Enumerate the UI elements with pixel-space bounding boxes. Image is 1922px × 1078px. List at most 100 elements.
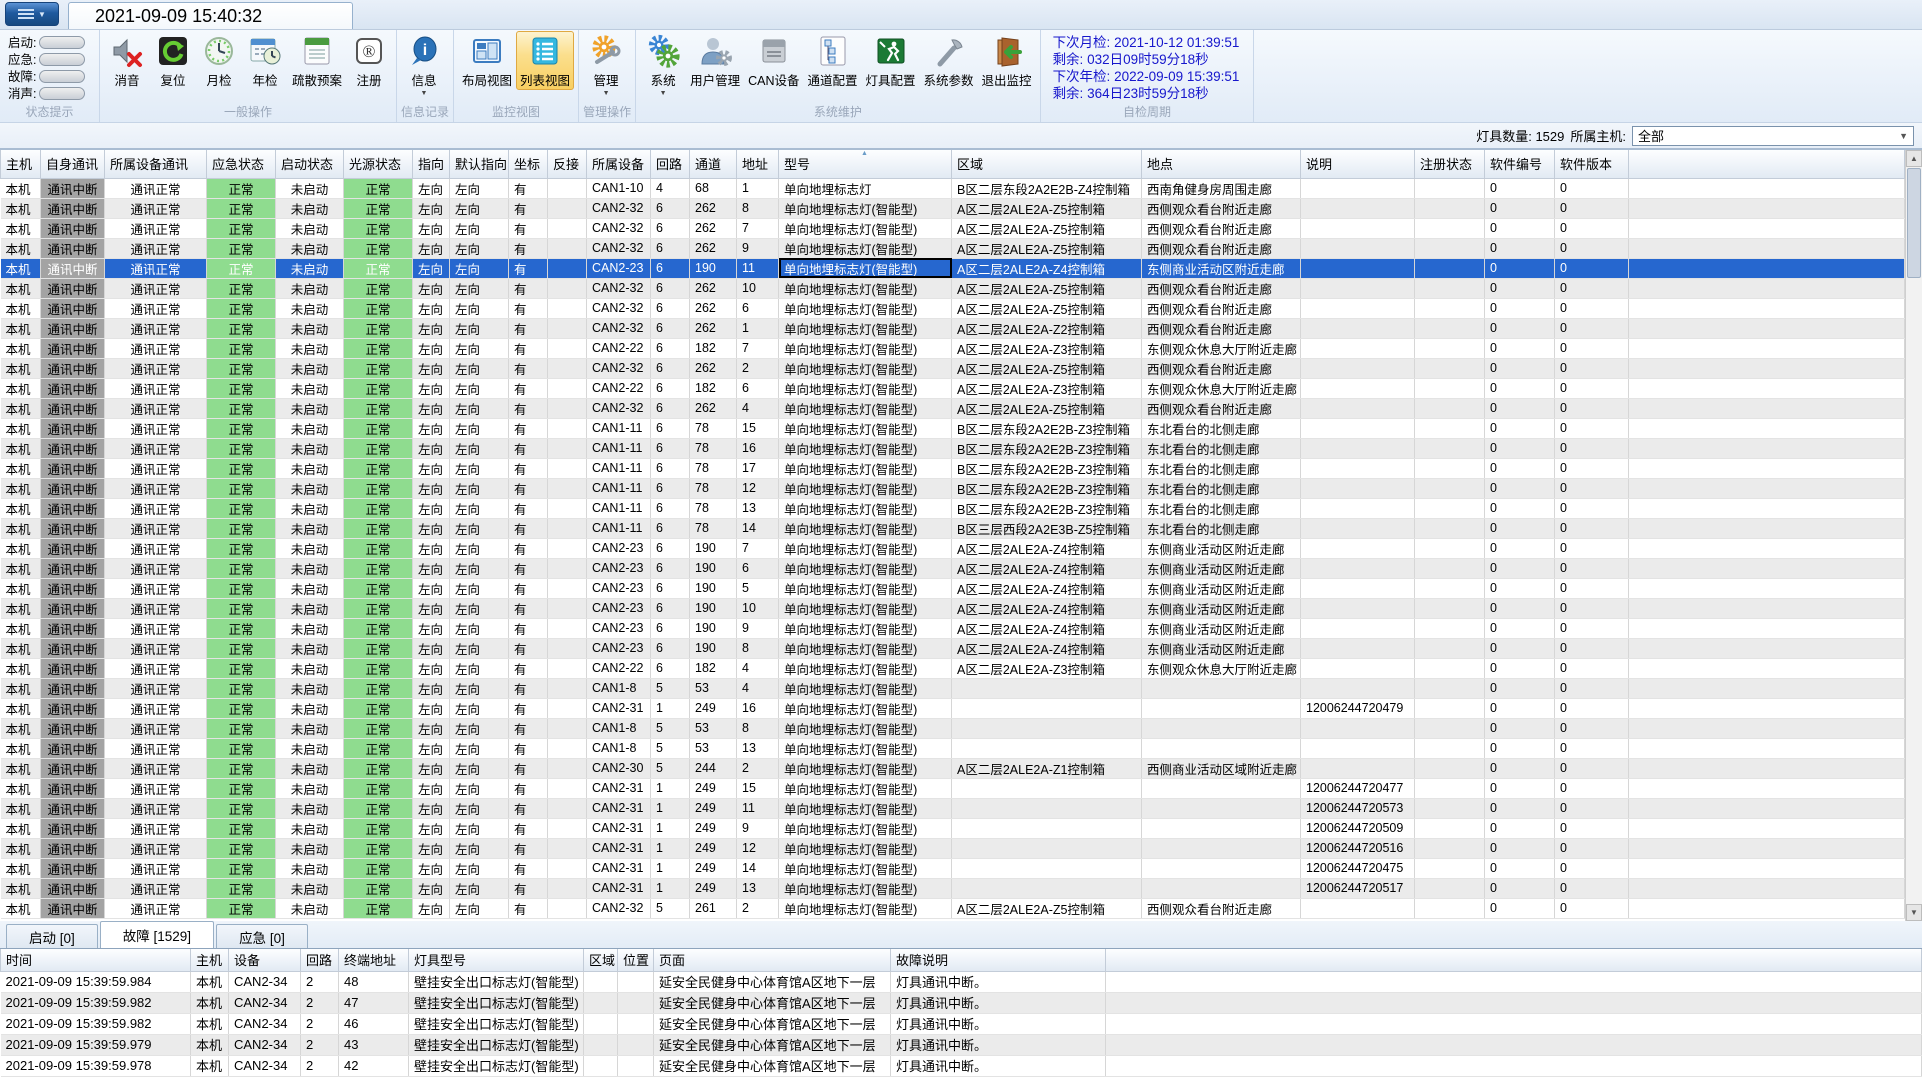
table-row[interactable]: 本机 通讯中断 通讯正常 正常 未启动 正常 左向 左向有 CAN1-8 5 53 13 单向地埋标志灯… xyxy=(0,738,1905,759)
column-header-地点[interactable]: 地点 xyxy=(1141,150,1301,179)
column-header-坐标[interactable]: 坐标 xyxy=(508,150,548,179)
toolbar-button-mute[interactable]: 消音 xyxy=(104,31,150,89)
scroll-up-arrow[interactable]: ▲ xyxy=(1906,150,1922,167)
table-row[interactable]: 本机 通讯中断 通讯正常 正常 未启动 正常 左向 左向有 CAN2-23 6 190 7 单向地埋标志… xyxy=(0,538,1905,559)
fault-column-header-灯具型号[interactable]: 灯具型号 xyxy=(408,949,584,972)
table-row[interactable]: 本机 通讯中断 通讯正常 正常 未启动 正常 左向 左向有 CAN2-30 5 244 2 单向地埋标志… xyxy=(0,758,1905,779)
column-header-指向[interactable]: 指向 xyxy=(412,150,450,179)
table-row[interactable]: 本机 通讯中断 通讯正常 正常 未启动 正常 左向 左向有 CAN1-11 6 78 17 单向地埋标志… xyxy=(0,458,1905,479)
toolbar-button-manage[interactable]: 管理 ▼ xyxy=(583,31,629,98)
scroll-down-arrow[interactable]: ▼ xyxy=(1906,904,1922,921)
scrollbar-thumb[interactable] xyxy=(1907,168,1921,278)
column-header-所属设备通讯[interactable]: 所属设备通讯 xyxy=(104,150,207,179)
table-row[interactable]: 本机 通讯中断 通讯正常 正常 未启动 正常 左向 左向有 CAN2-22 6 182 7 单向地埋标志… xyxy=(0,338,1905,359)
toolbar-button-list-view[interactable]: 列表视图 xyxy=(516,31,575,90)
column-header-说明[interactable]: 说明 xyxy=(1300,150,1415,179)
fault-column-header-终端地址[interactable]: 终端地址 xyxy=(338,949,409,972)
table-row[interactable]: 本机 通讯中断 通讯正常 正常 未启动 正常 左向 左向有 CAN1-11 6 78 15 单向地埋标志… xyxy=(0,418,1905,439)
table-row[interactable]: 本机 通讯中断 通讯正常 正常 未启动 正常 左向 左向有 CAN2-22 6 182 6 单向地埋标志… xyxy=(0,378,1905,399)
event-tab-2[interactable]: 应急 [0] xyxy=(216,924,308,948)
table-row[interactable]: 本机 通讯中断 通讯正常 正常 未启动 正常 左向 左向有 CAN2-31 1 249 13 单向地埋标… xyxy=(0,878,1905,899)
column-header-主机[interactable]: 主机 xyxy=(0,150,41,179)
toolbar-button-system[interactable]: 系统 ▼ xyxy=(640,31,686,98)
table-row[interactable]: 本机 通讯中断 通讯正常 正常 未启动 正常 左向 左向有 CAN2-32 6 262 6 单向地埋标志… xyxy=(0,298,1905,319)
column-header-地址[interactable]: 地址 xyxy=(736,150,779,179)
fault-column-header-页面[interactable]: 页面 xyxy=(653,949,891,972)
column-header-回路[interactable]: 回路 xyxy=(650,150,690,179)
table-row[interactable]: 本机 通讯中断 通讯正常 正常 未启动 正常 左向 左向有 CAN1-8 5 53 4 单向地埋标志灯(… xyxy=(0,678,1905,699)
table-row[interactable]: 本机 通讯中断 通讯正常 正常 未启动 正常 左向 左向有 CAN1-10 4 68 1 单向地埋标志灯… xyxy=(0,178,1905,199)
toolbar-button-info[interactable]: i 信息 ▼ xyxy=(401,31,447,98)
fault-row[interactable]: 2021-09-09 15:39:59.979 本机 CAN2-34 2 43 壁挂安全出… xyxy=(0,1034,1922,1056)
fault-column-header-时间[interactable]: 时间 xyxy=(0,949,191,972)
table-row[interactable]: 本机 通讯中断 通讯正常 正常 未启动 正常 左向 左向有 CAN2-23 6 190 9 单向地埋标志… xyxy=(0,618,1905,639)
column-header-区域[interactable]: 区域 xyxy=(951,150,1142,179)
column-header-软件版本[interactable]: 软件版本 xyxy=(1554,150,1629,179)
column-header-注册状态[interactable]: 注册状态 xyxy=(1414,150,1485,179)
toolbar-button-lamp-config[interactable]: 灯具配置 xyxy=(862,31,920,89)
table-row[interactable]: 本机 通讯中断 通讯正常 正常 未启动 正常 左向 左向有 CAN2-23 6 190 8 单向地埋标志… xyxy=(0,638,1905,659)
toolbar-button-register[interactable]: ® 注册 xyxy=(346,31,392,89)
table-row[interactable]: 本机 通讯中断 通讯正常 正常 未启动 正常 左向 左向有 CAN2-23 6 190 5 单向地埋标志… xyxy=(0,578,1905,599)
toolbar-button-can-device[interactable]: CAN设备 xyxy=(744,31,803,89)
fault-row[interactable]: 2021-09-09 15:39:59.984 本机 CAN2-34 2 48 壁挂安全出… xyxy=(0,971,1922,993)
column-header-光源状态[interactable]: 光源状态 xyxy=(343,150,413,179)
table-row[interactable]: 本机 通讯中断 通讯正常 正常 未启动 正常 左向 左向有 CAN2-32 6 262 8 单向地埋标志… xyxy=(0,198,1905,219)
table-row[interactable]: 本机 通讯中断 通讯正常 正常 未启动 正常 左向 左向有 CAN1-11 6 78 12 单向地埋标志… xyxy=(0,478,1905,499)
fault-column-header-故障说明[interactable]: 故障说明 xyxy=(890,949,1106,972)
table-row[interactable]: 本机 通讯中断 通讯正常 正常 未启动 正常 左向 左向有 CAN2-32 5 261 2 单向地埋标志… xyxy=(0,898,1905,919)
table-row[interactable]: 本机 通讯中断 通讯正常 正常 未启动 正常 左向 左向有 CAN1-8 5 53 8 单向地埋标志灯(… xyxy=(0,718,1905,739)
table-row[interactable]: 本机 通讯中断 通讯正常 正常 未启动 正常 左向 左向有 CAN2-32 6 262 9 单向地埋标志… xyxy=(0,238,1905,259)
table-row[interactable]: 本机 通讯中断 通讯正常 正常 未启动 正常 左向 左向有 CAN2-31 1 249 12 单向地埋标… xyxy=(0,838,1905,859)
column-header-默认指向[interactable]: 默认指向 xyxy=(449,150,509,179)
fault-row[interactable]: 2021-09-09 15:39:59.978 本机 CAN2-34 2 42 壁挂安全出… xyxy=(0,1055,1922,1077)
fault-column-header-主机[interactable]: 主机 xyxy=(190,949,229,972)
column-header-软件编号[interactable]: 软件编号 xyxy=(1484,150,1555,179)
table-row[interactable]: 本机 通讯中断 通讯正常 正常 未启动 正常 左向 左向有 CAN2-32 6 262 2 单向地埋标志… xyxy=(0,358,1905,379)
table-row[interactable]: 本机 通讯中断 通讯正常 正常 未启动 正常 左向 左向有 CAN2-32 6 262 4 单向地埋标志… xyxy=(0,398,1905,419)
toolbar-button-channel-config[interactable]: 通道配置 xyxy=(804,31,862,89)
column-header-型号[interactable]: ▲ 型号 xyxy=(778,150,952,179)
current-time-tab[interactable]: 2021-09-09 15:40:32 xyxy=(68,2,353,29)
table-row[interactable]: 本机 通讯中断 通讯正常 正常 未启动 正常 左向 左向有 CAN2-31 1 249 14 单向地埋标… xyxy=(0,858,1905,879)
vertical-scrollbar[interactable]: ▲ ▼ xyxy=(1905,150,1922,921)
column-header-反接[interactable]: 反接 xyxy=(547,150,587,179)
table-row[interactable]: 本机 通讯中断 通讯正常 正常 未启动 正常 左向 左向有 CAN1-11 6 78 13 单向地埋标志… xyxy=(0,498,1905,519)
toolbar-button-reset[interactable]: 复位 xyxy=(150,31,196,89)
toolbar-button-annual-check[interactable]: 年检 xyxy=(242,31,288,89)
toolbar-button-user-management[interactable]: 用户管理 xyxy=(686,31,744,89)
fault-row[interactable]: 2021-09-09 15:39:59.982 本机 CAN2-34 2 47 壁挂安全出… xyxy=(0,992,1922,1014)
event-tab-0[interactable]: 启动 [0] xyxy=(6,924,98,948)
host-select[interactable]: 全部 ▼ xyxy=(1632,125,1914,146)
column-header-通道[interactable]: 通道 xyxy=(689,150,737,179)
column-header-所属设备[interactable]: 所属设备 xyxy=(586,150,651,179)
fault-column-header-位置[interactable]: 位置 xyxy=(617,949,654,972)
column-header-应急状态[interactable]: 应急状态 xyxy=(206,150,276,179)
fault-row[interactable]: 2021-09-09 15:39:59.982 本机 CAN2-34 2 46 壁挂安全出… xyxy=(0,1013,1922,1035)
toolbar-button-exit-monitor[interactable]: 退出监控 xyxy=(978,31,1036,89)
table-row[interactable]: 本机 通讯中断 通讯正常 正常 未启动 正常 左向 左向有 CAN2-32 6 262 7 单向地埋标志… xyxy=(0,218,1905,239)
fault-column-header-回路[interactable]: 回路 xyxy=(300,949,339,972)
table-row[interactable]: 本机 通讯中断 通讯正常 正常 未启动 正常 左向 左向有 CAN1-11 6 78 14 单向地埋标志… xyxy=(0,518,1905,539)
event-tab-1[interactable]: 故障 [1529] xyxy=(99,921,215,948)
toolbar-button-monthly-check[interactable]: 月检 xyxy=(196,31,242,89)
table-row[interactable]: 本机 通讯中断 通讯正常 正常 未启动 正常 左向 左向有 CAN2-32 6 262 10 单向地埋标… xyxy=(0,278,1905,299)
toolbar-button-evacuation-plan[interactable]: 疏散预案 xyxy=(288,31,346,89)
toolbar-button-layout-view[interactable]: 布局视图 xyxy=(458,31,516,89)
table-row[interactable]: 本机 通讯中断 通讯正常 正常 未启动 正常 左向 左向有 CAN1-11 6 78 16 单向地埋标志… xyxy=(0,438,1905,459)
column-header-自身通讯[interactable]: 自身通讯 xyxy=(40,150,105,179)
table-row[interactable]: 本机 通讯中断 通讯正常 正常 未启动 正常 左向 左向有 CAN2-31 1 249 11 单向地埋标… xyxy=(0,798,1905,819)
app-menu-button[interactable]: ▼ xyxy=(5,2,59,26)
table-row[interactable]: 本机 通讯中断 通讯正常 正常 未启动 正常 左向 左向有 CAN2-23 6 190 6 单向地埋标志… xyxy=(0,558,1905,579)
fault-column-header-设备[interactable]: 设备 xyxy=(228,949,301,972)
table-row[interactable]: 本机 通讯中断 通讯正常 正常 未启动 正常 左向 左向有 CAN2-31 1 249 15 单向地埋标… xyxy=(0,778,1905,799)
table-row[interactable]: 本机 通讯中断 通讯正常 正常 未启动 正常 左向 左向有 CAN2-31 1 249 16 单向地埋标… xyxy=(0,698,1905,719)
fault-column-header-区域[interactable]: 区域 xyxy=(583,949,618,972)
column-header-启动状态[interactable]: 启动状态 xyxy=(275,150,344,179)
toolbar-button-system-params[interactable]: 系统参数 xyxy=(920,31,978,89)
table-row[interactable]: 本机 通讯中断 通讯正常 正常 未启动 正常 左向 左向有 CAN2-32 6 262 1 单向地埋标志… xyxy=(0,318,1905,339)
table-row[interactable]: 本机 通讯中断 通讯正常 正常 未启动 正常 左向 左向有 CAN2-23 6 190 10 单向地埋标… xyxy=(0,598,1905,619)
table-row[interactable]: 本机 通讯中断 通讯正常 正常 未启动 正常 左向 左向有 CAN2-23 6 190 11 单向地埋标… xyxy=(0,258,1905,279)
table-row[interactable]: 本机 通讯中断 通讯正常 正常 未启动 正常 左向 左向有 CAN2-31 1 249 9 单向地埋标志… xyxy=(0,818,1905,839)
table-row[interactable]: 本机 通讯中断 通讯正常 正常 未启动 正常 左向 左向有 CAN2-22 6 182 4 单向地埋标志… xyxy=(0,658,1905,679)
